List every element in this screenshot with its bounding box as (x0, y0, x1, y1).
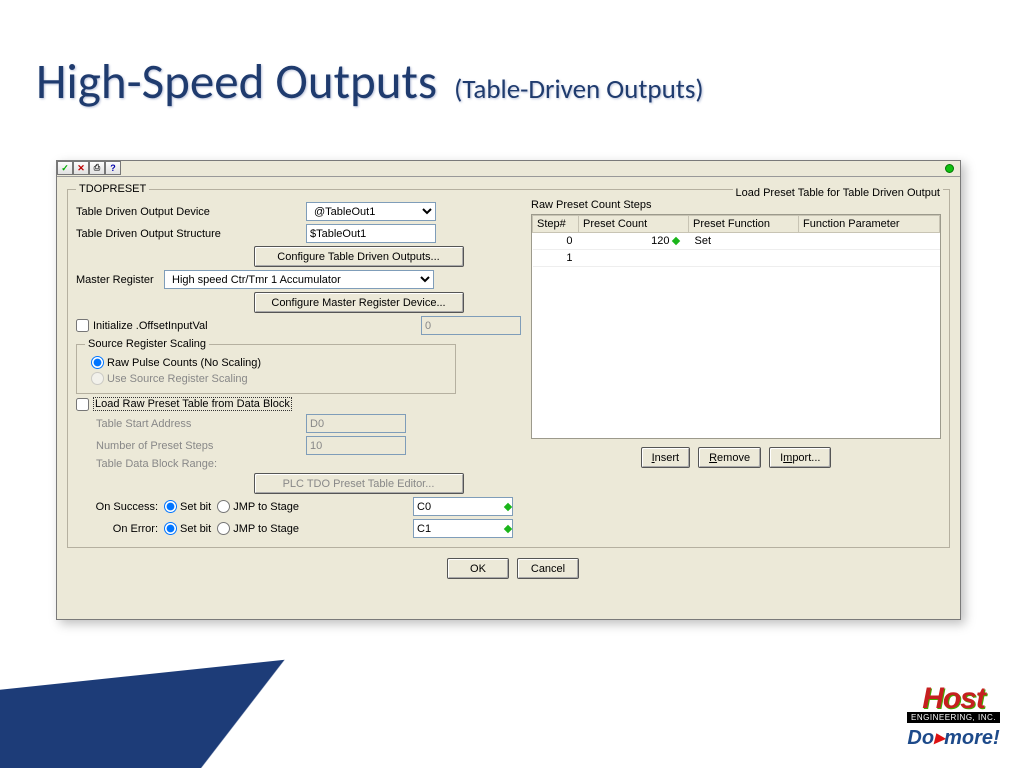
tdopreset-dialog: ✓ ✕ ⎙ ? TDOPRESET Load Preset Table for … (56, 160, 961, 620)
brand-logo: Host ENGINEERING, INC. Do▸more! (907, 682, 1000, 750)
col-step[interactable]: Step# (533, 216, 579, 233)
error-jmp-label: JMP to Stage (233, 523, 299, 535)
scaling-use-label: Use Source Register Scaling (107, 373, 248, 385)
col-preset-function[interactable]: Preset Function (689, 216, 799, 233)
main-groupbox: TDOPRESET Load Preset Table for Table Dr… (67, 183, 950, 548)
remove-button[interactable]: Remove (698, 447, 761, 468)
slide-subtitle: (Table-Driven Outputs) (454, 73, 703, 106)
dialog-caption: Load Preset Table for Table Driven Outpu… (733, 187, 943, 199)
slide-title-text: High-Speed Outputs (36, 52, 437, 112)
error-setbit-radio[interactable] (164, 522, 177, 535)
preset-steps-title: Raw Preset Count Steps (531, 199, 941, 211)
success-value-field[interactable] (413, 497, 513, 516)
scaling-raw-radio[interactable] (91, 356, 104, 369)
scaling-legend: Source Register Scaling (85, 338, 209, 350)
table-start-addr-label: Table Start Address (96, 418, 306, 430)
scaling-use-radio (91, 372, 104, 385)
logo-engineering-text: ENGINEERING, INC. (907, 712, 1000, 723)
col-function-parameter[interactable]: Function Parameter (799, 216, 940, 233)
import-button[interactable]: Import... (769, 447, 831, 468)
status-indicator-icon (945, 164, 954, 173)
error-value-field[interactable] (413, 519, 513, 538)
success-setbit-radio[interactable] (164, 500, 177, 513)
initialize-offset-checkbox[interactable] (76, 319, 89, 332)
error-setbit-label: Set bit (180, 523, 211, 535)
master-register-select[interactable]: High speed Ctr/Tmr 1 Accumulator (164, 270, 434, 289)
selection-marker-icon (671, 237, 679, 245)
ok-button[interactable]: OK (447, 558, 509, 579)
table-row[interactable]: 1 (533, 250, 940, 267)
load-raw-label: Load Raw Preset Table from Data Block (93, 397, 292, 411)
plc-editor-button: PLC TDO Preset Table Editor... (254, 473, 464, 494)
on-error-label: On Error: (76, 523, 158, 535)
configure-tdo-button[interactable]: Configure Table Driven Outputs... (254, 246, 464, 267)
error-jmp-radio[interactable] (217, 522, 230, 535)
scaling-groupbox: Source Register Scaling Raw Pulse Counts… (76, 338, 456, 394)
master-register-label: Master Register (76, 274, 164, 286)
device-select[interactable]: @TableOut1 (306, 202, 436, 221)
col-preset-count[interactable]: Preset Count (579, 216, 689, 233)
preset-table-container: Step# Preset Count Preset Function Funct… (531, 214, 941, 439)
device-label: Table Driven Output Device (76, 206, 306, 218)
load-raw-checkbox[interactable] (76, 398, 89, 411)
table-start-addr-field (306, 414, 406, 433)
preset-table[interactable]: Step# Preset Count Preset Function Funct… (532, 215, 940, 267)
cancel-button[interactable]: Cancel (517, 558, 579, 579)
right-column: Raw Preset Count Steps Step# Preset Coun… (531, 199, 941, 541)
slide-decoration (0, 608, 1024, 768)
accept-icon[interactable]: ✓ (57, 161, 73, 175)
success-setbit-label: Set bit (180, 501, 211, 513)
initialize-offset-field (421, 316, 521, 335)
configure-master-button[interactable]: Configure Master Register Device... (254, 292, 464, 313)
on-success-label: On Success: (76, 501, 158, 513)
num-steps-field (306, 436, 406, 455)
insert-button[interactable]: Insert (641, 447, 691, 468)
scaling-raw-label: Raw Pulse Counts (No Scaling) (107, 357, 261, 369)
table-row[interactable]: 0 120 Set (533, 233, 940, 250)
cancel-icon[interactable]: ✕ (73, 161, 89, 175)
left-column: Table Driven Output Device @TableOut1 Ta… (76, 199, 521, 541)
initialize-offset-label: Initialize .OffsetInputVal (93, 320, 208, 332)
success-jmp-radio[interactable] (217, 500, 230, 513)
structure-field[interactable] (306, 224, 436, 243)
success-jmp-label: JMP to Stage (233, 501, 299, 513)
logo-host-text: Host (907, 682, 1000, 716)
table-range-label: Table Data Block Range: (96, 458, 306, 470)
num-steps-label: Number of Preset Steps (96, 440, 306, 452)
structure-label: Table Driven Output Structure (76, 228, 306, 240)
logo-domore-text: Do▸more! (907, 725, 1000, 750)
group-legend: TDOPRESET (76, 183, 149, 195)
slide-title: High-Speed Outputs (Table-Driven Outputs… (36, 52, 704, 112)
print-icon[interactable]: ⎙ (89, 161, 105, 175)
dialog-toolbar: ✓ ✕ ⎙ ? (57, 161, 960, 177)
help-icon[interactable]: ? (105, 161, 121, 175)
